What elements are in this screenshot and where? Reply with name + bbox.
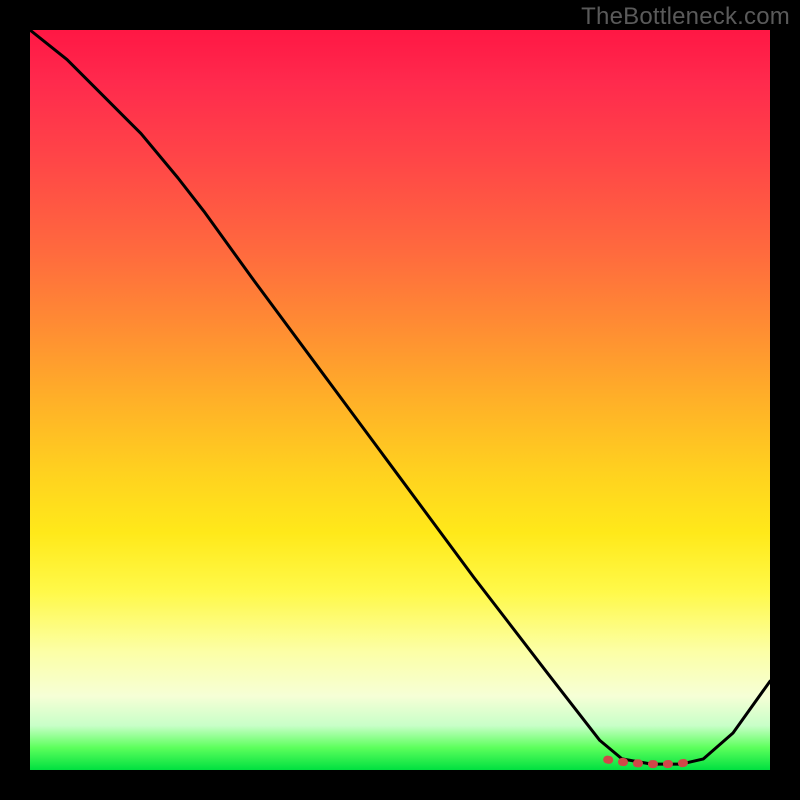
optimal-range-marker	[607, 760, 696, 765]
watermark-text: TheBottleneck.com	[581, 3, 790, 31]
plot-svg	[30, 30, 770, 770]
bottleneck-curve	[30, 30, 770, 764]
chart-frame: TheBottleneck.com	[0, 0, 800, 800]
plot-area	[30, 30, 770, 770]
